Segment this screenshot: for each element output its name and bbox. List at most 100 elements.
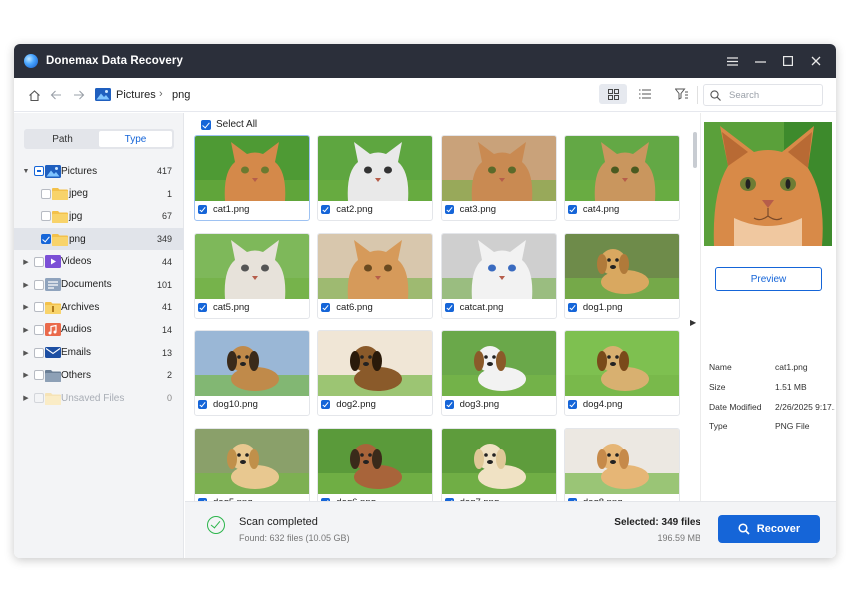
tree-item-count: 349	[156, 234, 172, 245]
tree-checkbox[interactable]	[34, 256, 44, 267]
tree-checkbox[interactable]	[34, 370, 44, 381]
file-thumbnail	[318, 331, 433, 397]
tree-item-others[interactable]: ▶ Others 2	[14, 364, 184, 386]
file-card[interactable]: dog8.png	[563, 427, 680, 501]
select-all[interactable]: Select All	[201, 119, 257, 130]
file-checkbox[interactable]	[444, 302, 454, 312]
tab-type[interactable]: Type	[99, 131, 172, 147]
file-card[interactable]: dog2.png	[317, 330, 434, 417]
select-all-checkbox[interactable]	[201, 119, 211, 130]
expand-right-icon[interactable]: ▶	[22, 281, 30, 289]
tree-item-label: Audios	[61, 324, 92, 336]
file-card[interactable]: dog6.png	[317, 427, 434, 501]
minimize-icon[interactable]	[746, 44, 774, 78]
file-card[interactable]: cat6.png	[317, 232, 434, 319]
tree-item-archives[interactable]: ▶ Archives 41	[14, 296, 184, 318]
grid-scrollbar[interactable]	[693, 132, 697, 168]
file-checkbox[interactable]	[321, 205, 331, 214]
tab-path[interactable]: Path	[26, 131, 99, 147]
file-name: dog3.png	[459, 399, 500, 411]
search-input[interactable]	[729, 89, 815, 101]
tree-item-label: Emails	[61, 347, 92, 359]
file-card[interactable]: dog1.png	[563, 232, 680, 319]
tree-item-audios[interactable]: ▶ Audios 14	[14, 319, 184, 341]
tree-item-pictures[interactable]: ▼ Pictures 417	[14, 160, 184, 182]
window-controls	[718, 44, 830, 78]
breadcrumb-pictures[interactable]: Pictures	[116, 89, 156, 101]
file-checkbox[interactable]	[198, 302, 207, 312]
file-checkbox[interactable]	[198, 205, 207, 214]
file-checkbox[interactable]	[321, 302, 331, 312]
file-thumbnail	[441, 233, 556, 299]
file-caption: catcat.png	[444, 302, 503, 313]
file-checkbox[interactable]	[444, 205, 454, 214]
file-card[interactable]: cat2.png	[317, 135, 434, 221]
tree-item-jpeg[interactable]: jpeg 1	[14, 183, 184, 205]
app-window: Donemax Data Recovery Pictures › png Sea…	[14, 44, 836, 558]
expand-right-icon[interactable]: ▶	[22, 258, 30, 266]
close-icon[interactable]	[802, 44, 830, 78]
menu-icon[interactable]	[718, 44, 746, 78]
status-bar: Scan completed Found: 632 files (10.05 G…	[185, 501, 701, 558]
tree-item-count: 13	[161, 347, 172, 358]
recover-button[interactable]: Recover	[718, 515, 820, 543]
file-card[interactable]: cat1.png	[194, 135, 310, 221]
file-checkbox[interactable]	[567, 302, 577, 312]
tree-checkbox[interactable]	[34, 302, 44, 313]
file-card[interactable]: dog7.png	[440, 427, 557, 501]
expand-right-icon[interactable]: ▶	[22, 303, 30, 311]
tree-checkbox[interactable]	[41, 188, 51, 199]
grid-view-button[interactable]	[599, 84, 627, 104]
tree-item-unsaved-files[interactable]: ▶ Unsaved Files 0	[14, 387, 184, 409]
file-checkbox[interactable]	[321, 400, 331, 410]
file-card[interactable]: dog4.png	[563, 330, 680, 417]
breadcrumb-png[interactable]: png	[172, 89, 190, 101]
tree-checkbox[interactable]	[41, 211, 51, 222]
tree-checkbox[interactable]	[34, 279, 44, 290]
tree-item-png[interactable]: png 349	[14, 228, 184, 251]
tree-item-label: Unsaved Files	[61, 392, 125, 404]
app-logo-icon	[24, 54, 38, 68]
file-card[interactable]: dog5.png	[194, 427, 310, 501]
filter-button[interactable]	[670, 84, 692, 104]
expand-right-icon[interactable]: ▶	[22, 349, 30, 357]
search-box[interactable]	[703, 84, 823, 106]
file-checkbox[interactable]	[444, 400, 454, 410]
tree-checkbox[interactable]	[41, 234, 51, 245]
maximize-icon[interactable]	[774, 44, 802, 78]
file-caption: cat5.png	[198, 302, 249, 313]
file-thumbnail	[564, 428, 679, 494]
tree-item-videos[interactable]: ▶ Videos 44	[14, 251, 184, 273]
preview-button[interactable]: Preview	[715, 267, 822, 291]
file-card[interactable]: cat5.png	[194, 232, 310, 319]
file-card[interactable]: dog10.png	[194, 330, 310, 417]
file-card[interactable]: dog3.png	[440, 330, 557, 417]
file-card[interactable]: cat3.png	[440, 135, 557, 221]
expand-down-icon[interactable]: ▼	[22, 168, 30, 175]
expand-right-icon[interactable]: ▶	[22, 326, 30, 334]
property-value: cat1.png	[775, 362, 808, 372]
app-title: Donemax Data Recovery	[46, 55, 183, 67]
list-view-button[interactable]	[634, 84, 656, 104]
file-caption: cat3.png	[444, 204, 496, 215]
expand-right-icon[interactable]: ▶	[22, 371, 30, 379]
forward-arrow-icon[interactable]	[71, 87, 87, 103]
tree-item-documents[interactable]: ▶ Documents 101	[14, 274, 184, 296]
file-checkbox[interactable]	[198, 400, 207, 410]
tree-checkbox[interactable]	[34, 324, 44, 335]
file-checkbox[interactable]	[567, 400, 577, 410]
tree-checkbox[interactable]	[34, 166, 44, 176]
recover-button-label: Recover	[756, 523, 801, 535]
collapse-panel-icon[interactable]: ▶	[690, 318, 696, 327]
home-icon[interactable]	[26, 87, 42, 103]
file-checkbox[interactable]	[567, 205, 577, 214]
back-arrow-icon[interactable]	[48, 87, 64, 103]
preview-image	[704, 122, 832, 246]
tree-item-emails[interactable]: ▶ Emails 13	[14, 342, 184, 364]
tree-item-jpg[interactable]: jpg 67	[14, 205, 184, 227]
file-name: cat6.png	[336, 301, 373, 313]
tree-checkbox[interactable]	[34, 347, 44, 358]
expand-right-icon[interactable]: ▶	[22, 394, 30, 402]
file-card[interactable]: catcat.png	[440, 232, 557, 319]
file-card[interactable]: cat4.png	[563, 135, 680, 221]
